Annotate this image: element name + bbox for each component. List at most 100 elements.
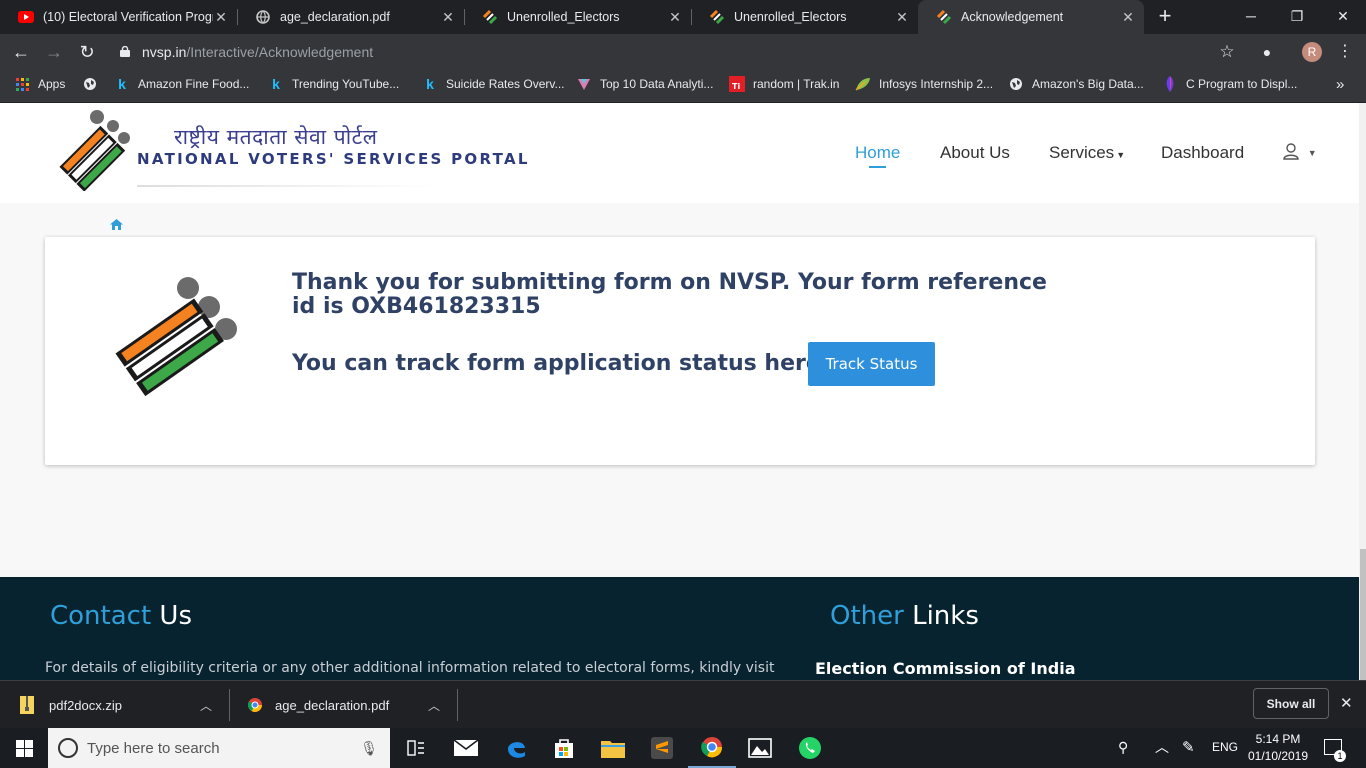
user-menu[interactable]: ▼ bbox=[1283, 143, 1317, 165]
bookmark-amazon-fine-food[interactable]: k Amazon Fine Food... bbox=[114, 70, 249, 98]
scrollbar-thumb[interactable] bbox=[1360, 549, 1366, 680]
mail-icon[interactable] bbox=[442, 728, 490, 768]
track-status-button[interactable]: Track Status bbox=[808, 342, 935, 386]
bookmark-globe[interactable] bbox=[82, 70, 106, 98]
tab-unenrolled-1[interactable]: Unenrolled_Electors ✕ bbox=[464, 0, 691, 34]
more-bookmarks-icon[interactable]: » bbox=[1336, 70, 1344, 98]
globe-icon bbox=[82, 76, 98, 92]
address-bar[interactable]: nvsp.in/Interactive/Acknowledgement bbox=[110, 38, 1250, 66]
chevron-up-icon[interactable]: ︿ bbox=[200, 697, 212, 714]
bookmark-star-icon[interactable]: ☆ bbox=[1216, 41, 1238, 63]
browser-toolbar: ← → ↻ nvsp.in/Interactive/Acknowledgemen… bbox=[0, 34, 1366, 70]
nav-about-us[interactable]: About Us bbox=[940, 143, 1010, 163]
tab-unenrolled-2[interactable]: Unenrolled_Electors ✕ bbox=[691, 0, 918, 34]
home-icon[interactable] bbox=[110, 219, 123, 230]
avatar[interactable]: R bbox=[1302, 42, 1322, 62]
whatsapp-icon[interactable] bbox=[786, 728, 834, 768]
caret-down-icon: ▼ bbox=[1116, 150, 1126, 160]
download-filename: age_declaration.pdf bbox=[275, 697, 390, 713]
thank-you-message: Thank you for submitting form on NVSP. Y… bbox=[292, 270, 1047, 319]
close-icon[interactable]: ✕ bbox=[213, 9, 229, 26]
download-item-pdf[interactable]: age_declaration.pdf ︿ bbox=[248, 681, 448, 729]
close-icon[interactable]: ✕ bbox=[667, 9, 683, 26]
bookmark-label: Top 10 Data Analyti... bbox=[600, 77, 714, 91]
tab-title: (10) Electoral Verification Progr bbox=[43, 10, 213, 24]
site-header: राष्ट्रीय मतदाता सेवा पोर्टल NATIONAL VO… bbox=[0, 103, 1366, 203]
bookmarks-bar: Apps k Amazon Fine Food... k Trending Yo… bbox=[0, 70, 1366, 103]
chevron-up-icon[interactable]: ︿ bbox=[1155, 737, 1169, 757]
system-clock[interactable]: 5:14 PM 01/10/2019 bbox=[1243, 731, 1313, 765]
nav-dashboard[interactable]: Dashboard bbox=[1161, 143, 1244, 163]
close-icon[interactable]: ✕ bbox=[894, 9, 910, 26]
tab-title: Unenrolled_Electors bbox=[507, 10, 620, 24]
eci-logo-icon bbox=[709, 9, 725, 25]
bookmark-suicide-rates[interactable]: k Suicide Rates Overv... bbox=[422, 70, 565, 98]
bookmark-label: Trending YouTube... bbox=[292, 77, 400, 91]
people-icon[interactable]: ⚲ bbox=[1118, 739, 1128, 756]
close-icon[interactable]: ✕ bbox=[440, 9, 456, 26]
bookmark-apps[interactable]: Apps bbox=[14, 70, 65, 98]
show-all-button[interactable]: Show all bbox=[1253, 688, 1329, 719]
eci-link[interactable]: Election Commission of India bbox=[815, 659, 1075, 678]
bookmark-c-program[interactable]: C Program to Displ... bbox=[1162, 70, 1297, 98]
heart-pin-icon bbox=[576, 76, 592, 92]
download-item-zip[interactable]: pdf2docx.zip ︿ bbox=[20, 681, 220, 729]
bookmark-infosys[interactable]: Infosys Internship 2... bbox=[855, 70, 993, 98]
feather-icon bbox=[1162, 76, 1178, 92]
close-icon[interactable]: ✕ bbox=[1120, 9, 1136, 26]
windows-taskbar: Type here to search 🎙 ⚲ ︿ ✎ ENG 5:14 PM … bbox=[0, 728, 1366, 768]
browser-tab-strip: (10) Electoral Verification Progr ✕ age_… bbox=[0, 0, 1366, 34]
notification-badge: 1 bbox=[1334, 750, 1346, 762]
store-icon[interactable] bbox=[540, 728, 588, 768]
language-indicator[interactable]: ENG bbox=[1212, 740, 1238, 754]
chrome-taskbar-icon[interactable] bbox=[688, 728, 736, 768]
tab-title: age_declaration.pdf bbox=[280, 10, 390, 24]
contact-text: For details of eligibility criteria or a… bbox=[45, 660, 775, 676]
acknowledgement-card: Thank you for submitting form on NVSP. Y… bbox=[45, 237, 1315, 465]
sublime-text-icon[interactable] bbox=[638, 728, 686, 768]
restore-icon[interactable]: ❐ bbox=[1274, 0, 1320, 34]
incognito-extension-icon[interactable]: ● bbox=[1256, 41, 1278, 63]
lock-icon bbox=[120, 46, 130, 57]
forward-arrow-icon[interactable]: → bbox=[43, 41, 65, 63]
kaggle-icon: k bbox=[118, 76, 126, 92]
download-filename: pdf2docx.zip bbox=[49, 697, 122, 713]
reload-icon[interactable]: ↻ bbox=[76, 41, 98, 63]
tab-youtube[interactable]: (10) Electoral Verification Progr ✕ bbox=[0, 0, 237, 34]
bookmark-amazon-big-data[interactable]: Amazon's Big Data... bbox=[1008, 70, 1144, 98]
minimize-icon[interactable]: ─ bbox=[1228, 0, 1274, 34]
globe-icon bbox=[1008, 76, 1024, 92]
bookmark-trak-in[interactable]: Ti random | Trak.in bbox=[729, 70, 839, 98]
taskbar-search-input[interactable]: Type here to search 🎙 bbox=[48, 728, 390, 768]
bookmark-label: Suicide Rates Overv... bbox=[446, 77, 565, 91]
clock-time: 5:14 PM bbox=[1255, 732, 1301, 746]
nav-services[interactable]: Services ▼ bbox=[1049, 143, 1125, 163]
trak-icon: Ti bbox=[729, 76, 745, 92]
new-tab-button[interactable]: + bbox=[1154, 5, 1176, 28]
file-explorer-icon[interactable] bbox=[589, 728, 637, 768]
cortana-circle-icon bbox=[58, 738, 78, 758]
tab-age-declaration[interactable]: age_declaration.pdf ✕ bbox=[237, 0, 464, 34]
nvsp-logo-icon[interactable] bbox=[52, 109, 134, 191]
close-window-icon[interactable]: ✕ bbox=[1320, 0, 1366, 34]
nav-home[interactable]: Home bbox=[855, 143, 900, 168]
bookmark-trending-youtube[interactable]: k Trending YouTube... bbox=[268, 70, 399, 98]
windows-start-icon[interactable] bbox=[0, 728, 48, 768]
back-arrow-icon[interactable]: ← bbox=[10, 41, 32, 63]
logo-hindi-text: राष्ट्रीय मतदाता सेवा पोर्टल bbox=[174, 125, 378, 149]
contact-us-heading: Contact Us bbox=[50, 601, 192, 631]
task-view-icon[interactable] bbox=[392, 728, 440, 768]
tab-acknowledgement[interactable]: Acknowledgement ✕ bbox=[918, 0, 1144, 34]
tab-title: Acknowledgement bbox=[961, 10, 1064, 24]
search-placeholder: Type here to search bbox=[87, 739, 220, 757]
edge-browser-icon[interactable] bbox=[492, 728, 540, 768]
photos-icon[interactable] bbox=[736, 728, 784, 768]
microphone-icon[interactable]: 🎙 bbox=[360, 740, 378, 757]
caret-down-icon: ▼ bbox=[1307, 148, 1317, 158]
chevron-up-icon[interactable]: ︿ bbox=[428, 697, 440, 714]
menu-dots-icon[interactable]: ⋮ bbox=[1334, 41, 1356, 63]
close-icon[interactable]: ✕ bbox=[1340, 694, 1353, 712]
bookmark-top-10-data[interactable]: Top 10 Data Analyti... bbox=[576, 70, 713, 98]
pen-icon[interactable]: ✎ bbox=[1182, 738, 1195, 756]
apps-grid-icon bbox=[14, 76, 30, 92]
